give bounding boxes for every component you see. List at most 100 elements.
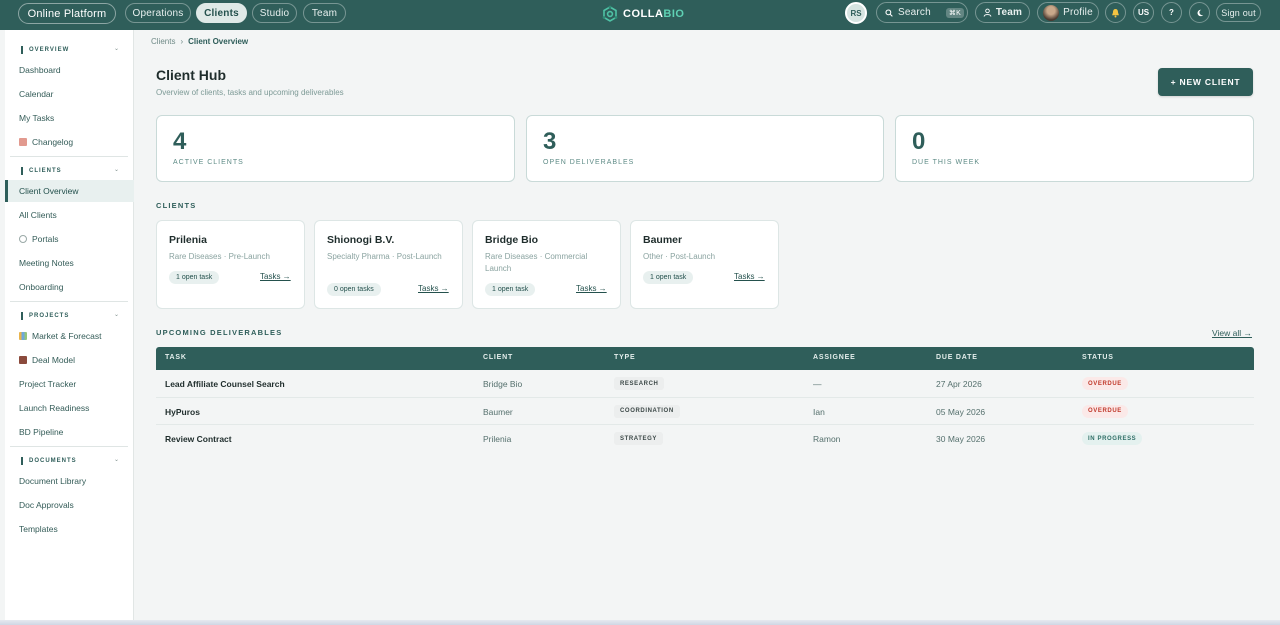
sidebar: OVERVIEW ⌄ Dashboard Calendar My Tasks C…	[5, 30, 134, 622]
chevron-down-icon[interactable]: ⌄	[114, 456, 119, 463]
team-button[interactable]: Team	[975, 2, 1030, 23]
search-button[interactable]: Search ⌘K	[876, 2, 968, 23]
client-name: Prilenia	[169, 234, 207, 246]
column-header-due-date[interactable]: DUE DATE	[936, 354, 978, 361]
sidebar-item-calendar[interactable]: Calendar	[5, 83, 134, 105]
sidebar-section-projects[interactable]: PROJECTS	[21, 311, 69, 321]
client-card-bridge-bio[interactable]: Bridge Bio Rare Diseases · Commercial La…	[472, 220, 621, 309]
task-name[interactable]: Review Contract	[165, 434, 232, 444]
client-tasks-link[interactable]: Tasks →	[576, 284, 607, 293]
breadcrumb: Clients › Client Overview	[151, 37, 248, 46]
team-label: Team	[995, 7, 1023, 18]
logo-wordmark: COLLABIO	[623, 8, 685, 20]
sidebar-item-templates[interactable]: Templates	[5, 518, 134, 540]
stat-label: ACTIVE CLIENTS	[173, 159, 244, 166]
sidebar-section-overview[interactable]: OVERVIEW	[21, 45, 69, 55]
open-tasks-badge: 1 open task	[643, 271, 694, 284]
client-tasks-link[interactable]: Tasks →	[418, 284, 449, 293]
due-date-cell: 05 May 2026	[936, 406, 986, 417]
client-meta: Rare Diseases · Pre-Launch	[169, 252, 270, 261]
search-icon	[885, 8, 893, 17]
client-name: Shionogi B.V.	[327, 234, 395, 246]
column-header-task[interactable]: TASK	[165, 354, 187, 361]
view-all-link[interactable]: View all →	[1212, 328, 1252, 338]
nav-clients[interactable]: Clients	[196, 3, 247, 23]
table-row[interactable]: Lead Affiliate Counsel Search Bridge Bio…	[156, 370, 1254, 398]
open-tasks-badge: 0 open tasks	[327, 283, 381, 296]
clients-section-title: CLIENTS	[156, 201, 197, 210]
briefcase-icon	[19, 356, 27, 364]
task-name[interactable]: Lead Affiliate Counsel Search	[165, 379, 285, 389]
client-card-baumer[interactable]: Baumer Other · Post-Launch 1 open task T…	[630, 220, 779, 309]
collabio-logo[interactable]: COLLABIO	[600, 2, 684, 26]
sidebar-item-all-clients[interactable]: All Clients	[5, 204, 134, 226]
open-tasks-badge: 1 open task	[485, 283, 536, 296]
sidebar-item-client-overview[interactable]: Client Overview	[5, 180, 134, 202]
chevron-down-icon[interactable]: ⌄	[114, 166, 119, 173]
sidebar-section-documents[interactable]: DOCUMENTS	[21, 456, 77, 466]
locale-button[interactable]: US	[1133, 2, 1154, 23]
breadcrumb-current: Client Overview	[188, 37, 249, 46]
bell-icon	[1112, 8, 1119, 17]
stat-card-active-clients: 4 ACTIVE CLIENTS	[156, 115, 515, 182]
client-cell: Bridge Bio	[483, 379, 523, 389]
sidebar-item-changelog[interactable]: Changelog	[5, 131, 134, 153]
table-row[interactable]: Review Contract Prilenia STRATEGY Ramon …	[156, 425, 1254, 453]
column-header-assignee[interactable]: ASSIGNEE	[813, 354, 856, 361]
sidebar-item-bd-pipeline[interactable]: BD Pipeline	[5, 421, 134, 443]
help-button[interactable]: ?	[1161, 2, 1182, 23]
sidebar-item-launch-readiness[interactable]: Launch Readiness	[5, 397, 134, 419]
stat-card-open-deliverables: 3 OPEN DELIVERABLES	[526, 115, 884, 182]
search-label: Search	[898, 7, 931, 18]
sidebar-section-clients[interactable]: CLIENTS	[21, 166, 62, 176]
sidebar-item-market-forecast[interactable]: Market & Forecast	[5, 325, 134, 347]
stat-card-due-this-week: 0 DUE THIS WEEK	[895, 115, 1254, 182]
sidebar-item-project-tracker[interactable]: Project Tracker	[5, 373, 134, 395]
status-badge: OVERDUE	[1082, 377, 1128, 390]
new-client-button[interactable]: + NEW CLIENT	[1158, 68, 1253, 96]
sign-out-button[interactable]: Sign out	[1216, 3, 1261, 22]
client-meta: Specialty Pharma · Post-Launch	[327, 252, 442, 261]
nav-team[interactable]: Team	[303, 3, 346, 23]
nav-studio[interactable]: Studio	[252, 3, 297, 23]
column-header-status[interactable]: STATUS	[1082, 354, 1114, 361]
changelog-icon	[19, 138, 27, 146]
sidebar-item-deal-model[interactable]: Deal Model	[5, 349, 134, 371]
status-badge: IN PROGRESS	[1082, 432, 1143, 445]
client-tasks-link[interactable]: Tasks →	[260, 272, 291, 281]
user-avatar[interactable]: RS	[845, 2, 867, 24]
client-card-prilenia[interactable]: Prilenia Rare Diseases · Pre-Launch 1 op…	[156, 220, 305, 309]
sidebar-item-portals[interactable]: Portals	[5, 228, 134, 250]
sidebar-item-my-tasks[interactable]: My Tasks	[5, 107, 134, 129]
stat-label: DUE THIS WEEK	[912, 159, 981, 166]
link-icon	[19, 235, 27, 243]
client-card-shionogi[interactable]: Shionogi B.V. Specialty Pharma · Post-La…	[314, 220, 463, 309]
sidebar-item-dashboard[interactable]: Dashboard	[5, 59, 134, 81]
taskbar-edge	[0, 620, 1280, 625]
theme-toggle-button[interactable]	[1189, 2, 1210, 23]
table-row[interactable]: HyPuros Baumer COORDINATION Ian 05 May 2…	[156, 398, 1254, 425]
moon-icon	[1197, 9, 1203, 16]
task-name[interactable]: HyPuros	[165, 407, 200, 417]
chevron-down-icon[interactable]: ⌄	[114, 311, 119, 318]
client-cell: Baumer	[483, 406, 513, 417]
sidebar-item-document-library[interactable]: Document Library	[5, 470, 134, 492]
sidebar-item-doc-approvals[interactable]: Doc Approvals	[5, 494, 134, 516]
profile-button[interactable]: Profile	[1037, 2, 1099, 23]
client-meta: Rare Diseases · Commercial Launch	[485, 252, 588, 273]
client-tasks-link[interactable]: Tasks →	[734, 272, 765, 281]
client-meta: Other · Post-Launch	[643, 252, 716, 261]
nav-operations[interactable]: Operations	[125, 3, 191, 23]
breadcrumb-clients-link[interactable]: Clients	[151, 37, 175, 46]
chevron-down-icon[interactable]: ⌄	[114, 45, 119, 52]
stat-value: 0	[912, 128, 926, 155]
column-header-type[interactable]: TYPE	[614, 354, 635, 361]
sidebar-item-meeting-notes[interactable]: Meeting Notes	[5, 252, 134, 274]
column-header-client[interactable]: CLIENT	[483, 354, 513, 361]
notifications-button[interactable]	[1105, 2, 1126, 23]
profile-photo	[1043, 4, 1060, 21]
user-icon	[983, 8, 992, 17]
molecule-logo-icon	[602, 5, 618, 22]
sidebar-item-onboarding[interactable]: Onboarding	[5, 276, 134, 298]
platform-home-button[interactable]: Online Platform	[18, 3, 116, 24]
